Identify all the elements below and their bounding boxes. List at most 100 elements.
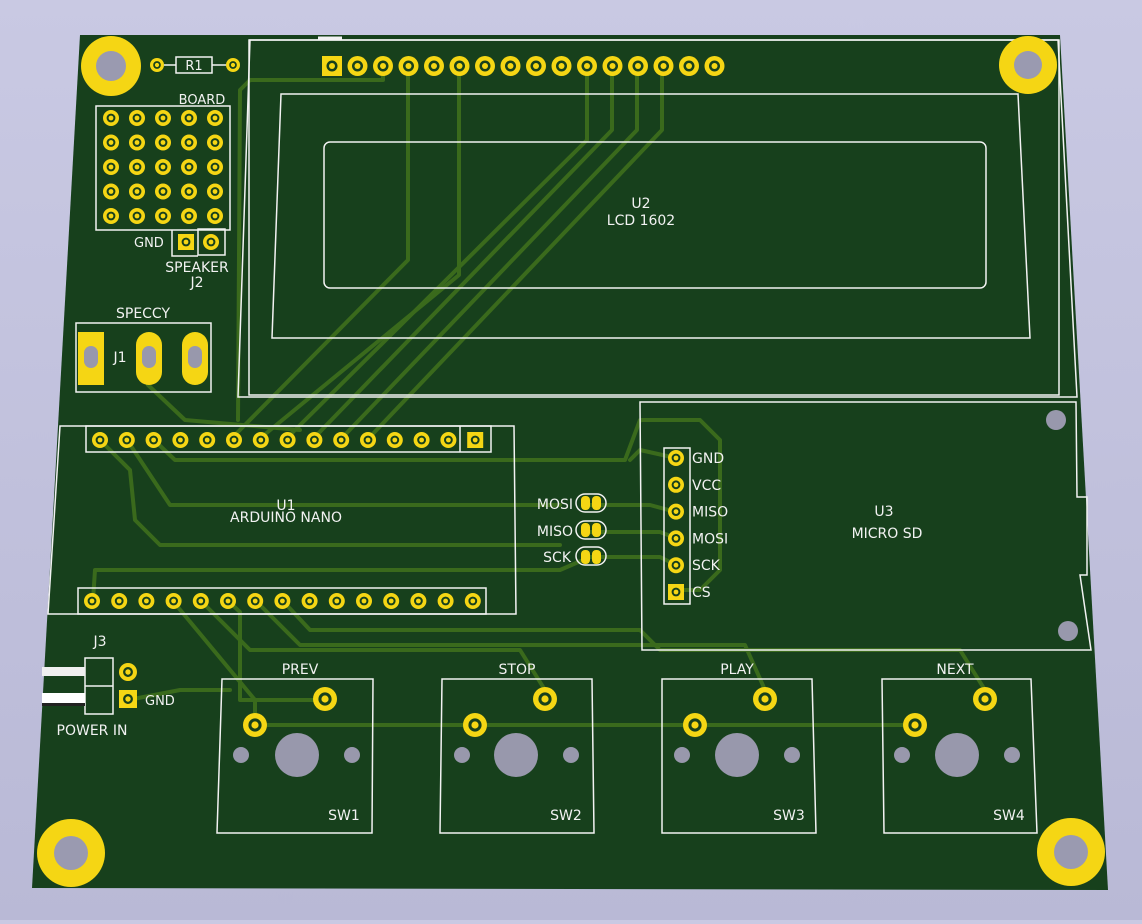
lcd-pin-16 — [704, 56, 725, 76]
arduino-top-pin-5 — [199, 432, 216, 448]
pcb-render-viewport: R1 BOARD GND SPEAKER J2 SPECCY J1 U2 LCD 1602 U1 A… — [0, 0, 1142, 920]
sd-pin-label-miso: MISO — [692, 505, 728, 521]
speccy-jack-pads — [78, 332, 208, 385]
arduino-top-pin-7 — [252, 432, 269, 448]
board-header-label: BOARD — [179, 93, 226, 108]
sd-mount-hole-bottom — [1058, 621, 1078, 641]
mounting-hole-top-left — [81, 36, 141, 96]
lcd-pin-7 — [475, 56, 495, 76]
sw1-side-hole-l — [233, 747, 249, 763]
sw4-side-hole-l — [894, 747, 910, 763]
board-header-pin-12 — [129, 159, 145, 175]
arduino-top-pin-9 — [306, 432, 323, 448]
sd-pin-4 — [668, 530, 684, 547]
sw2-side-hole-l — [454, 747, 470, 763]
sw4-center-hole — [935, 733, 979, 777]
u1-value-label: ARDUINO NANO — [230, 510, 342, 526]
miso-jumper-label: MISO — [537, 524, 573, 540]
sw1-side-hole-r — [344, 747, 360, 763]
sd-pin-5 — [668, 557, 684, 574]
u3-value-label: MICRO SD — [852, 526, 923, 542]
switch-pad-5 — [753, 687, 777, 711]
lcd-pin-14 — [653, 56, 674, 76]
arduino-bottom-pin-9 — [301, 593, 318, 609]
lcd-pin-12 — [602, 56, 623, 76]
pcb-svg: R1BOARDGNDSPEAKERJ2SPECCYJ1U2LCD 1602U1A… — [32, 35, 1108, 890]
arduino-bottom-pin-10 — [328, 593, 345, 609]
lcd-pin-5 — [424, 56, 444, 76]
board-header-pin-23 — [155, 208, 171, 224]
arduino-bottom-pin-5 — [192, 593, 209, 609]
lcd-pin-10 — [551, 56, 572, 76]
sd-pin-1 — [668, 450, 684, 466]
board-header-pin-13 — [155, 159, 171, 175]
board-header-pin-18 — [155, 183, 171, 200]
speccy-label: SPECCY — [116, 306, 170, 322]
lcd-pin-4 — [398, 56, 419, 76]
arduino-top-pin-4 — [172, 432, 189, 448]
mounting-hole-top-right — [999, 36, 1057, 94]
board-header-pin-6 — [103, 134, 119, 151]
lcd-pin-1 — [322, 56, 342, 76]
arduino-top-pin-6 — [226, 432, 242, 448]
switch-pad-3 — [533, 687, 557, 711]
sw3-side-hole-l — [674, 747, 690, 763]
board-header-pin-9 — [181, 134, 197, 151]
r1-pad-2 — [226, 58, 240, 72]
sw2-side-hole-r — [563, 747, 579, 763]
arduino-bottom-pin-11 — [356, 593, 372, 609]
board-header-pin-20 — [207, 183, 223, 200]
sd-pin-2 — [668, 476, 684, 493]
speaker-gnd-label: GND — [134, 236, 164, 251]
arduino-bottom-pin-3 — [138, 593, 155, 609]
power-pin-gnd — [119, 690, 137, 708]
sck-jumper-label: SCK — [543, 550, 572, 566]
lcd-pin-8 — [500, 56, 521, 76]
sw1-ref-label: SW1 — [328, 808, 360, 824]
sw3-side-hole-r — [784, 747, 800, 763]
board-header-pin-22 — [129, 208, 145, 224]
arduino-bottom-pin-1 — [84, 593, 100, 609]
mounting-hole-bottom-right — [1037, 818, 1105, 886]
board-header-pin-15 — [207, 159, 223, 175]
speaker-pin-gnd — [178, 234, 194, 250]
arduino-bottom-pin-2 — [111, 593, 128, 609]
lcd-pin-15 — [679, 56, 699, 76]
sd-pin-3 — [668, 503, 684, 520]
arduino-top-pin-11 — [360, 432, 376, 448]
board-header-pin-11 — [103, 159, 119, 175]
arduino-bottom-pin-13 — [410, 593, 427, 609]
speaker-pin-signal — [203, 234, 219, 250]
sw2-center-hole — [494, 733, 538, 777]
lcd-pin-2 — [347, 56, 368, 76]
switch-pad-6 — [683, 713, 707, 737]
switch-pad-8 — [903, 713, 927, 737]
sw3-center-hole — [715, 733, 759, 777]
arduino-top-pin-13 — [413, 432, 430, 448]
arduino-bottom-pin-7 — [247, 593, 264, 609]
power-pin-1 — [42, 667, 85, 676]
arduino-top-pin-1 — [92, 432, 108, 448]
arduino-top-pin-3 — [145, 432, 162, 448]
board-header-pin-1 — [103, 110, 119, 126]
switch-play-label: PLAY — [720, 662, 754, 678]
lcd-pin-6 — [449, 56, 470, 76]
arduino-top-pin-12 — [386, 432, 403, 448]
arduino-top-pin-14 — [440, 432, 457, 448]
power-pin-2-shadow — [42, 703, 85, 706]
board-header-pin-25 — [207, 208, 223, 224]
board-header-pin-19 — [181, 183, 197, 200]
switch-stop-label: STOP — [499, 662, 536, 678]
lcd-pin-11 — [577, 56, 597, 76]
board-header-pin-2 — [129, 110, 145, 126]
arduino-bottom-pin-14 — [437, 593, 454, 609]
sd-pin-label-mosi: MOSI — [692, 531, 728, 547]
lcd-pin-3 — [373, 56, 393, 76]
power-gnd-label: GND — [145, 694, 175, 709]
board-header-pin-3 — [155, 110, 171, 126]
sw4-ref-label: SW4 — [993, 808, 1025, 824]
sw3-ref-label: SW3 — [773, 808, 805, 824]
arduino-top-pin-15 — [467, 432, 484, 448]
mounting-hole-bottom-left — [37, 819, 105, 887]
sw1-center-hole — [275, 733, 319, 777]
